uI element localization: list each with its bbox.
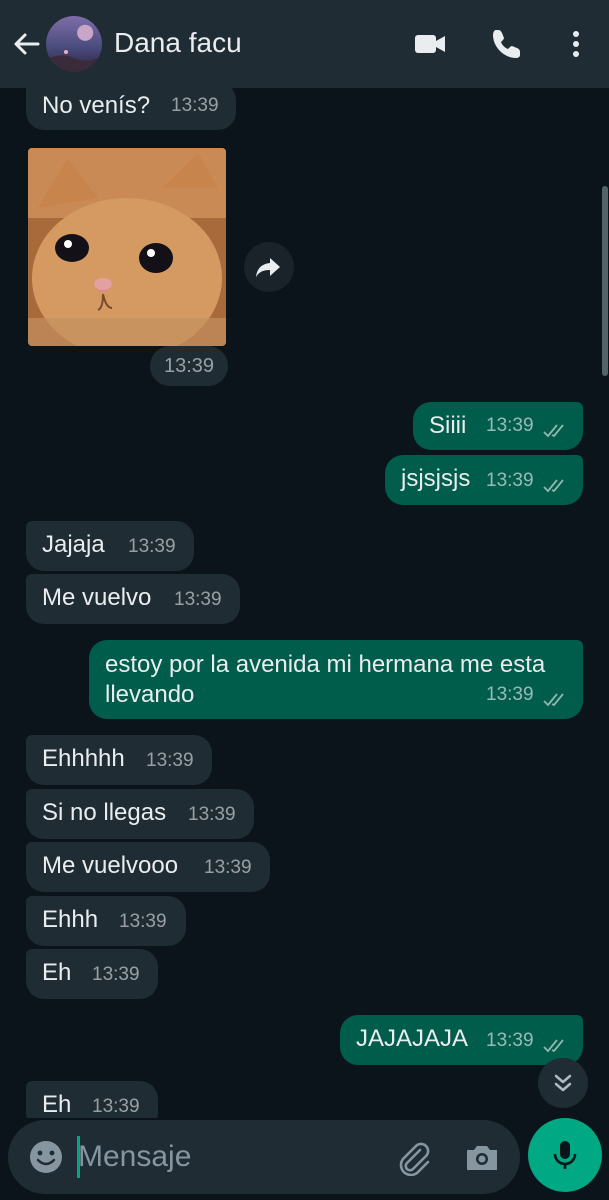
crying-kitten-image	[28, 148, 226, 346]
microphone-icon	[553, 1141, 577, 1169]
incoming-message[interactable]: Eh 13:39	[26, 949, 158, 999]
scrollbar-thumb[interactable]	[602, 186, 608, 376]
avatar[interactable]	[46, 16, 102, 72]
message-time: 13:39	[486, 1030, 534, 1051]
message-time: 13:39	[92, 964, 140, 985]
message-text: jsjsjsjs	[401, 465, 471, 492]
contact-name[interactable]: Dana facu	[114, 27, 242, 59]
message-time: 13:39	[204, 857, 252, 878]
phone-icon[interactable]	[489, 26, 525, 62]
message-time: 13:39	[188, 804, 236, 825]
incoming-message[interactable]: Ehhh 13:39	[26, 896, 186, 946]
double-chevron-down-icon	[554, 1074, 572, 1092]
message-text: JAJAJAJA	[356, 1025, 469, 1052]
outgoing-message[interactable]: jsjsjsjs 13:39	[385, 455, 583, 505]
message-input[interactable]	[78, 1134, 378, 1180]
forward-icon	[256, 258, 280, 277]
message-text: Eh	[42, 1091, 72, 1118]
message-text: Jajaja	[42, 531, 105, 558]
outgoing-message[interactable]: estoy por la avenida mi hermana me esta …	[89, 640, 583, 719]
read-receipt-icon	[543, 1039, 564, 1053]
read-receipt-icon	[543, 693, 564, 707]
back-arrow-icon[interactable]	[10, 28, 42, 60]
message-text: No venís?	[42, 92, 151, 119]
message-time: 13:39	[171, 95, 219, 116]
more-vert-icon[interactable]	[558, 26, 594, 62]
message-text: Me vuelvooo	[42, 852, 179, 879]
emoji-icon[interactable]	[28, 1139, 64, 1175]
message-time: 13:39	[486, 415, 534, 436]
message-composer	[8, 1120, 520, 1194]
message-text: Me vuelvo	[42, 584, 152, 611]
incoming-message[interactable]: Eh 13:39	[26, 1081, 158, 1118]
message-time: 13:39	[146, 750, 194, 771]
camera-icon[interactable]	[463, 1138, 501, 1176]
image-message[interactable]	[28, 148, 226, 346]
scroll-to-bottom-button[interactable]	[538, 1058, 588, 1108]
chat-header: Dana facu	[0, 0, 609, 88]
read-receipt-icon	[543, 479, 564, 493]
incoming-message[interactable]: Me vuelvo 13:39	[26, 574, 240, 624]
incoming-message[interactable]: Jajaja 13:39	[26, 521, 194, 571]
message-time: 13:39	[92, 1096, 140, 1117]
message-text: Si no llegas	[42, 799, 167, 826]
incoming-message[interactable]: Ehhhhh 13:39	[26, 735, 212, 785]
message-time: 13:39	[486, 470, 534, 491]
message-text: Ehhh	[42, 906, 99, 933]
message-text: Ehhhhh	[42, 745, 125, 772]
message-time: 13:39	[119, 911, 167, 932]
outgoing-message[interactable]: Siiii 13:39	[413, 402, 583, 450]
message-text: Eh	[42, 959, 72, 986]
message-time: 13:39	[128, 536, 176, 557]
message-text: estoy por la avenida mi hermana me esta	[105, 651, 546, 678]
forward-button[interactable]	[244, 242, 294, 292]
read-receipt-icon	[543, 424, 564, 438]
message-text: Siiii	[429, 412, 467, 439]
outgoing-message[interactable]: JAJAJAJA 13:39	[340, 1015, 583, 1065]
message-time: 13:39	[150, 346, 228, 386]
incoming-message[interactable]: Me vuelvooo 13:39	[26, 842, 270, 892]
incoming-message[interactable]: No venís? 13:39	[26, 88, 236, 130]
message-list[interactable]: No venís? 13:39 13:39 Siiii 13:39 jsjsjs…	[0, 88, 609, 1118]
attach-icon[interactable]	[394, 1138, 432, 1176]
video-call-icon[interactable]	[412, 26, 448, 62]
voice-message-button[interactable]	[528, 1118, 602, 1192]
incoming-message[interactable]: Si no llegas 13:39	[26, 789, 254, 839]
message-time: 13:39	[486, 684, 534, 705]
message-time: 13:39	[174, 589, 222, 610]
